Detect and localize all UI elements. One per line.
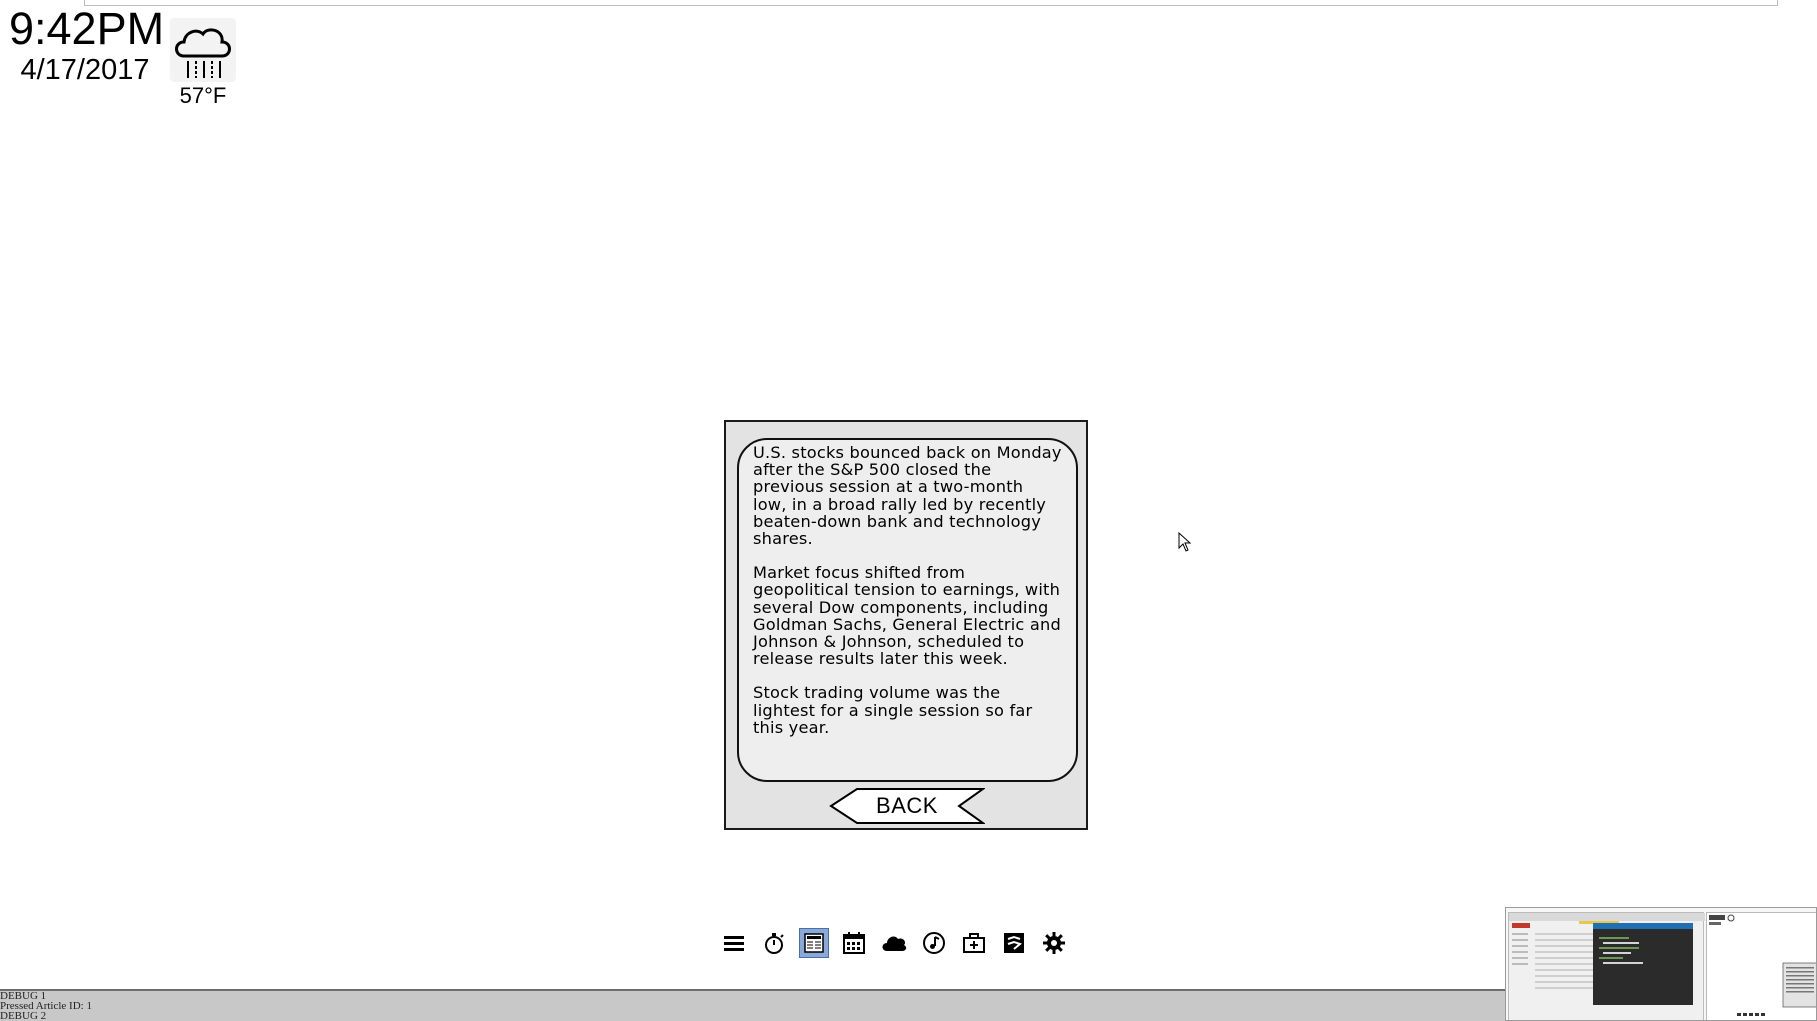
debug-console: DEBUG 1 Pressed Article ID: 1 DEBUG 2	[0, 989, 1508, 1021]
stock-icon[interactable]	[999, 928, 1029, 958]
rain-cloud-icon	[170, 18, 236, 82]
window-thumbnail-browser[interactable]	[1508, 912, 1705, 1020]
app-dock	[719, 928, 1079, 958]
menu-icon[interactable]	[719, 928, 749, 958]
article-paragraph: U.S. stocks bounced back on Monday after…	[753, 443, 1062, 549]
medical-kit-icon[interactable]	[959, 928, 989, 958]
music-icon[interactable]	[919, 928, 949, 958]
browser-address-bar-edge	[84, 0, 1778, 6]
debug-line: DEBUG 2	[0, 1010, 47, 1021]
mouse-cursor-icon	[1178, 531, 1192, 556]
clock-widget: 9:42PM 4/17/2017	[9, 3, 165, 87]
clock-date: 4/17/2017	[20, 54, 150, 86]
stopwatch-icon[interactable]	[759, 928, 789, 958]
cloud-icon[interactable]	[879, 928, 909, 958]
calendar-icon[interactable]	[839, 928, 869, 958]
news-icon[interactable]	[799, 928, 829, 958]
article-card: U.S. stocks bounced back on Monday after…	[724, 420, 1088, 830]
settings-icon[interactable]	[1039, 928, 1069, 958]
debug-line: DEBUG 1	[0, 990, 47, 1002]
debug-line: Pressed Article ID: 1	[0, 1000, 92, 1012]
article-text-scroll[interactable]: U.S. stocks bounced back on Monday after…	[737, 438, 1078, 782]
back-button-label: BACK	[876, 793, 938, 818]
weather-widget: 57°F	[170, 18, 236, 108]
weather-temperature: 57°F	[179, 83, 227, 108]
back-button[interactable]: BACK	[829, 788, 985, 824]
taskbar-window-previews	[1505, 907, 1817, 1021]
clock-time: 9:42PM	[9, 3, 165, 54]
article-paragraph: Market focus shifted from geopolitical t…	[753, 563, 1061, 669]
article-paragraph: Stock trading volume was the lightest fo…	[753, 683, 1033, 737]
window-thumbnail-smart-mirror[interactable]	[1706, 912, 1816, 1020]
